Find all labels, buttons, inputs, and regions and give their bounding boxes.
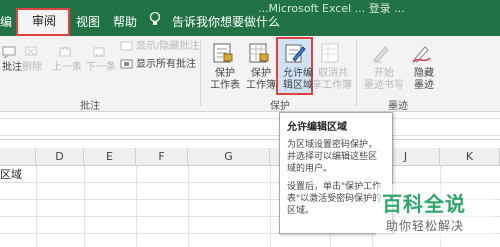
previous-comment-icon (59, 46, 71, 57)
hide-ink-line2[interactable]: 墨迹 (414, 80, 434, 92)
watermark-subtitle: 助你轻松解决 (386, 219, 465, 233)
allow-edit-ranges-line2: 辑区域 (283, 80, 313, 91)
protect-workbook-line2[interactable]: 工作簿 (246, 80, 276, 92)
tooltip-description: 为区域设置密码保护，并选择可以编辑这些区域的用户。 (287, 140, 378, 174)
formula-input[interactable] (0, 118, 500, 136)
tooltip-title: 允许编辑区域 (287, 122, 347, 133)
column-gridline (270, 166, 271, 247)
unshare-workbook-line2[interactable]: 享工作簿 (312, 80, 352, 92)
show-hide-comment-icon (120, 41, 133, 51)
column-header-k[interactable]: K (440, 148, 500, 166)
delete-comment-icon (25, 46, 37, 56)
watermark: 百科全说 助你轻松解决 (376, 184, 500, 247)
column-header-row: D E F G H I J K (0, 148, 500, 166)
group-label-ink: 墨迹 (388, 101, 408, 112)
tell-me-search[interactable]: 告诉我你想要做什么 (172, 13, 280, 30)
new-comment-button[interactable]: 批注 (2, 62, 22, 74)
column-gridline (136, 166, 137, 247)
tooltip-instructions: 设置后，单击"保护工作表"以激活受密码保护的区域。 (287, 182, 382, 216)
next-comment-button[interactable]: 下一条 (86, 62, 116, 74)
ribbon-review-panel: 批注 删除 上一条 下一条 显示/隐藏批注 显示所有批注 批注 保护 工作表 保… (0, 36, 500, 112)
group-separator (200, 40, 201, 106)
allow-edit-ranges-line1: 允许编 (283, 68, 313, 79)
start-inking-line2[interactable]: 墨迹书写 (364, 80, 404, 92)
column-header-g[interactable]: G (188, 148, 270, 166)
cell-text[interactable]: 区域 (0, 166, 22, 183)
protect-sheet-icon (213, 43, 233, 63)
show-hide-comment-button[interactable]: 显示/隐藏批注 (136, 41, 199, 53)
protect-sheet-line2[interactable]: 工作表 (210, 80, 240, 92)
group-label-protect: 保护 (270, 101, 290, 112)
unshare-workbook-icon (321, 43, 339, 63)
watermark-title: 百科全说 (382, 192, 466, 216)
column-gridline (84, 166, 85, 247)
lightbulb-icon[interactable] (148, 11, 162, 27)
column-gridline (188, 166, 189, 247)
column-header-d[interactable]: D (36, 148, 84, 166)
column-header-partial[interactable] (0, 148, 36, 166)
column-gridline (36, 166, 37, 247)
allow-edit-ranges-icon (285, 44, 306, 63)
group-label-comments: 批注 (80, 101, 100, 112)
new-comment-icon (2, 46, 16, 58)
previous-comment-button[interactable]: 上一条 (52, 62, 82, 74)
start-inking-icon (373, 46, 389, 63)
column-header-e[interactable]: E (84, 148, 136, 166)
start-inking-line1[interactable]: 开始 (374, 68, 394, 80)
ribbon-tab-bar: ...Microsoft Excel ... 登录 ... 编 审阅 视图 帮助… (0, 0, 500, 36)
protect-workbook-icon (249, 43, 269, 63)
protect-sheet-line1[interactable]: 保护 (215, 68, 235, 80)
show-all-comments-icon (120, 59, 133, 69)
delete-comment-button[interactable]: 删除 (22, 62, 42, 74)
group-separator (356, 40, 357, 106)
tab-view[interactable]: 视图 (76, 13, 100, 30)
unshare-workbook-line1[interactable]: 取消共 (318, 68, 348, 80)
tab-review-highlight (16, 8, 70, 36)
protect-workbook-line1[interactable]: 保护 (251, 68, 271, 80)
tab-help[interactable]: 帮助 (113, 13, 137, 30)
hide-ink-icon (412, 46, 431, 63)
show-all-comments-button[interactable]: 显示所有批注 (136, 59, 196, 71)
worksheet-row[interactable] (0, 166, 500, 183)
next-comment-icon (93, 47, 105, 58)
column-header-f[interactable]: F (136, 148, 188, 166)
tab-edit-partial[interactable]: 编 (0, 13, 12, 30)
formula-bar[interactable] (0, 112, 500, 140)
hide-ink-line1[interactable]: 隐藏 (414, 68, 434, 80)
